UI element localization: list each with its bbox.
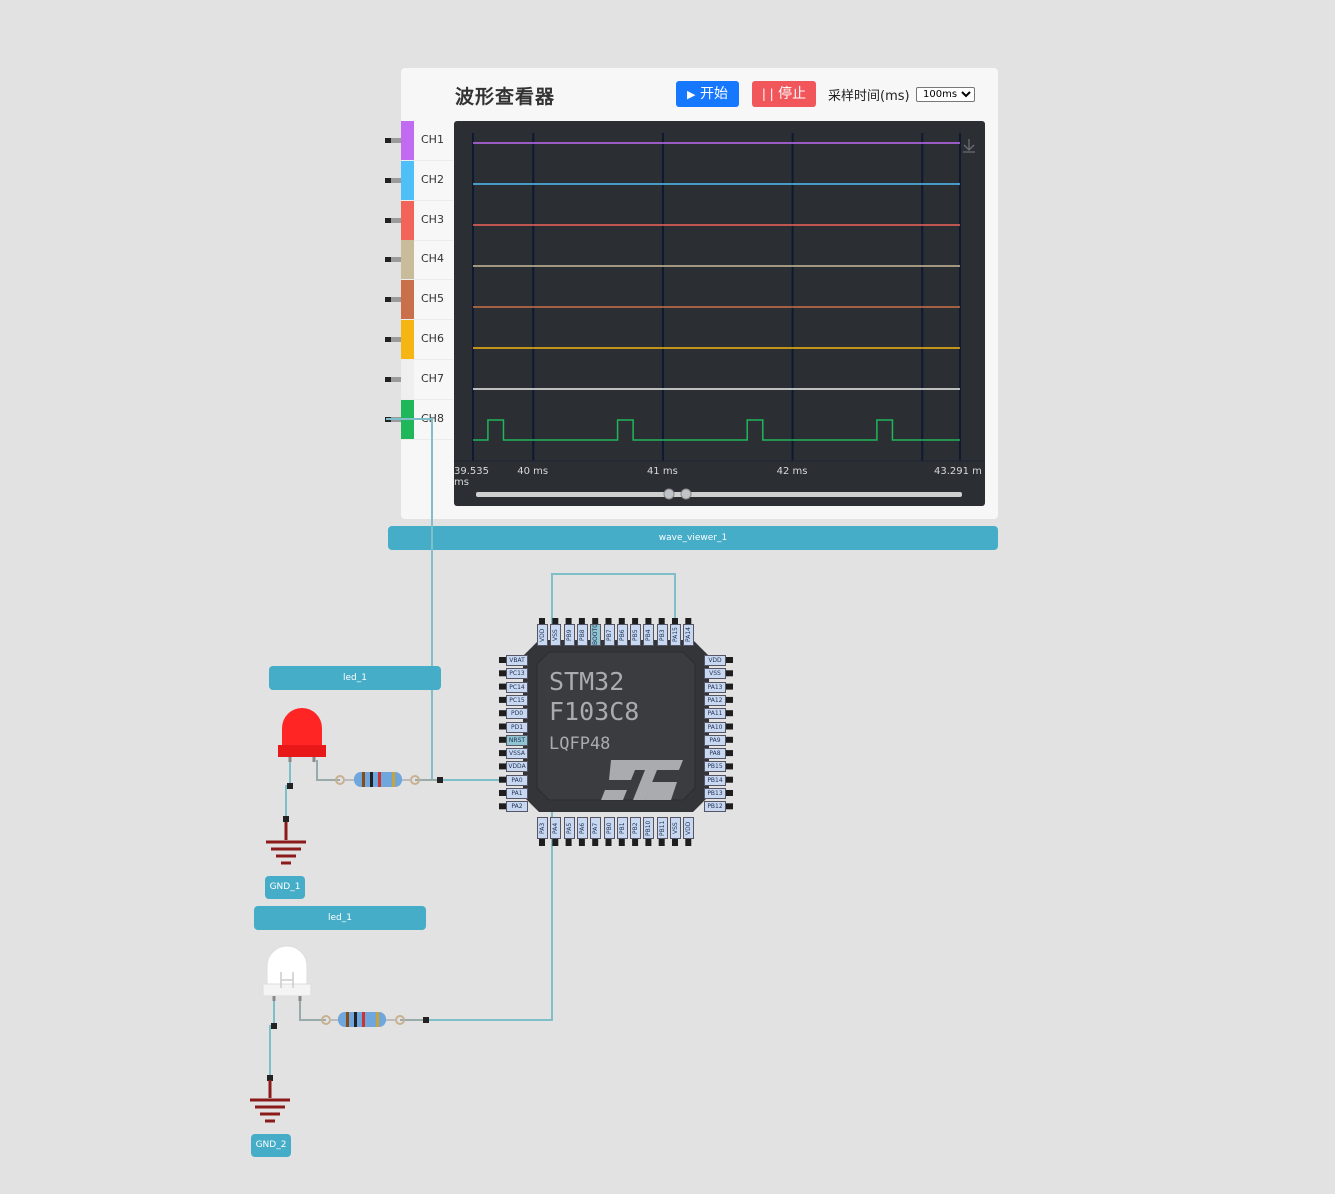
chip-pin[interactable] [725,736,733,743]
chip-pin[interactable] [725,750,733,757]
pin-label-pc15: PC15 [506,694,528,706]
pin-label-pb14: PB14 [704,774,726,786]
chip-label-line3: LQFP48 [549,734,611,754]
pin-label-pa14: PA14 [683,624,695,646]
gnd2-name-tag[interactable]: GND_2 [251,1134,291,1157]
wire-endpoint[interactable] [283,816,289,822]
pin-label-pa9: PA9 [704,734,726,746]
pin-label-vssa: VSSA [506,748,528,760]
pin-label-pa12: PA12 [704,694,726,706]
pin-label-pb8: PB8 [576,624,588,646]
wire-endpoint[interactable] [287,783,293,789]
pin-label-pc14: PC14 [506,681,528,693]
pin-label-pa11: PA11 [704,708,726,720]
pin-label-pa8: PA8 [704,748,726,760]
pin-label-vdd: VDD [704,655,726,666]
chip-pin[interactable] [565,838,572,846]
pin-label-pb1: PB1 [616,817,628,839]
resistor-1[interactable] [335,772,420,787]
gnd1-name-tag[interactable]: GND_1 [265,876,305,899]
pin-label-pa0: PA0 [506,774,528,786]
pin-label-pb4: PB4 [643,624,655,646]
chip-pin[interactable] [725,790,733,796]
circuit-wires [250,418,676,1123]
pin-label-vss: VSS [704,668,726,680]
pin-label-pb6: PB6 [616,624,628,646]
ground-2[interactable] [250,1080,290,1123]
pin-label-boot0: BOOT0 [590,624,602,646]
pin-label-pb13: PB13 [704,788,726,799]
pin-label-pa6: PA6 [576,817,588,839]
pin-label-pa2: PA2 [506,801,528,813]
chip-pin[interactable] [725,803,733,810]
chip-pin[interactable] [578,838,585,846]
pin-label-pb0: PB0 [603,817,615,839]
led2-name-tag[interactable]: led_1 [254,906,426,930]
pin-label-pa1: PA1 [506,788,528,799]
chip-pin[interactable] [605,838,612,846]
chip-pin[interactable] [658,838,665,846]
pin-label-vdda: VDDA [506,761,528,773]
pin-label-pc13: PC13 [506,668,528,680]
chip-pin[interactable] [725,763,733,770]
resistor-2[interactable] [321,1012,405,1027]
chip-pin[interactable] [725,657,733,663]
ground-1[interactable] [266,822,306,865]
pin-label-pb5: PB5 [630,624,642,646]
pin-label-pb9: PB9 [563,624,575,646]
pin-label-pb3: PB3 [656,624,668,646]
chip-pin[interactable] [592,838,599,846]
pin-label-pa4: PA4 [550,817,562,839]
pin-label-nrst: NRST [506,734,528,746]
pin-label-vss: VSS [670,817,681,839]
chip-pin[interactable] [725,710,733,717]
chip-pin[interactable] [725,696,733,703]
pin-label-pb2: PB2 [630,817,642,839]
chip-pin[interactable] [725,670,733,677]
pin-label-pa3: PA3 [537,817,548,839]
led-2[interactable] [262,945,312,1001]
chip-pin[interactable] [618,838,625,846]
chip-pin[interactable] [552,838,559,846]
pin-label-pa15: PA15 [670,624,681,646]
wire-led1-gnd1[interactable] [285,760,291,820]
wire-ch8[interactable] [386,418,500,781]
pin-label-pb11: PB11 [656,817,668,839]
wire-endpoint[interactable] [271,1023,277,1029]
pin-label-pa10: PA10 [704,721,726,733]
stm32-chip[interactable] [497,612,737,852]
chip-pin[interactable] [672,838,678,846]
led-1[interactable] [278,708,326,762]
chip-label-line1: STM32 [549,667,625,696]
chip-pin[interactable] [725,683,733,690]
wire-endpoint[interactable] [423,1017,429,1023]
chip-pin[interactable] [632,838,639,846]
chip-pin[interactable] [685,838,692,846]
pin-label-pa5: PA5 [563,817,575,839]
pin-label-pd0: PD0 [506,708,528,720]
pin-label-pb15: PB15 [704,761,726,773]
pin-label-vbat: VBAT [506,655,528,666]
pin-label-pb10: PB10 [643,817,655,839]
pin-label-pa13: PA13 [704,681,726,693]
chip-pin[interactable] [539,838,545,846]
wire-endpoint[interactable] [437,777,443,783]
pin-label-vdd: VDD [537,624,548,646]
chip-pin[interactable] [725,723,733,730]
led1-name-tag[interactable]: led_1 [269,666,441,690]
pin-label-pd1: PD1 [506,721,528,733]
pin-label-pb7: PB7 [603,624,615,646]
wire-led2-gnd2[interactable] [269,998,275,1078]
chip-pin[interactable] [725,776,733,783]
pin-label-pa7: PA7 [590,817,602,839]
pin-label-pb12: PB12 [704,801,726,813]
pin-label-vss: VSS [550,624,562,646]
wire-led2-r2[interactable] [299,998,326,1021]
chip-label-line2: F103C8 [549,697,640,726]
pin-label-vdd: VDD [683,817,695,839]
chip-pin[interactable] [645,838,652,846]
